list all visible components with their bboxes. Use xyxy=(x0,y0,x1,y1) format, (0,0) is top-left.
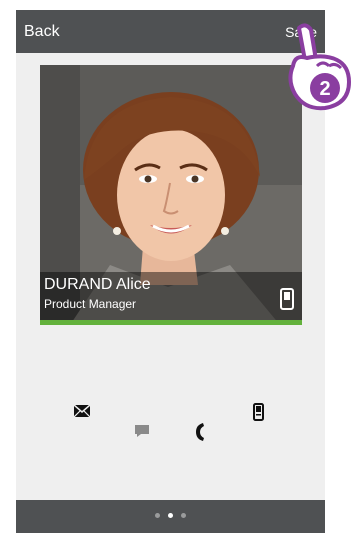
back-button[interactable]: Back xyxy=(24,23,60,41)
contact-info-overlay: DURAND Alice Product Manager xyxy=(40,272,302,325)
phone-icon[interactable] xyxy=(194,422,206,442)
page-indicator xyxy=(16,513,325,521)
page-dot[interactable] xyxy=(181,513,186,518)
mobile-device-icon xyxy=(280,288,294,310)
pointing-hand-icon: 2 xyxy=(288,23,351,111)
contact-card[interactable]: DURAND Alice Product Manager xyxy=(40,65,302,325)
contact-title: Product Manager xyxy=(44,297,137,311)
mobile-phone-icon[interactable] xyxy=(253,403,264,421)
step-number: 2 xyxy=(319,78,330,100)
message-icon[interactable] xyxy=(135,425,149,437)
envelope-icon[interactable] xyxy=(74,405,90,417)
status-bar xyxy=(40,320,302,325)
contact-name: DURAND Alice xyxy=(44,276,151,293)
page-dot[interactable] xyxy=(155,513,160,518)
page-dot-active[interactable] xyxy=(168,513,173,518)
bottom-bar xyxy=(16,500,325,533)
